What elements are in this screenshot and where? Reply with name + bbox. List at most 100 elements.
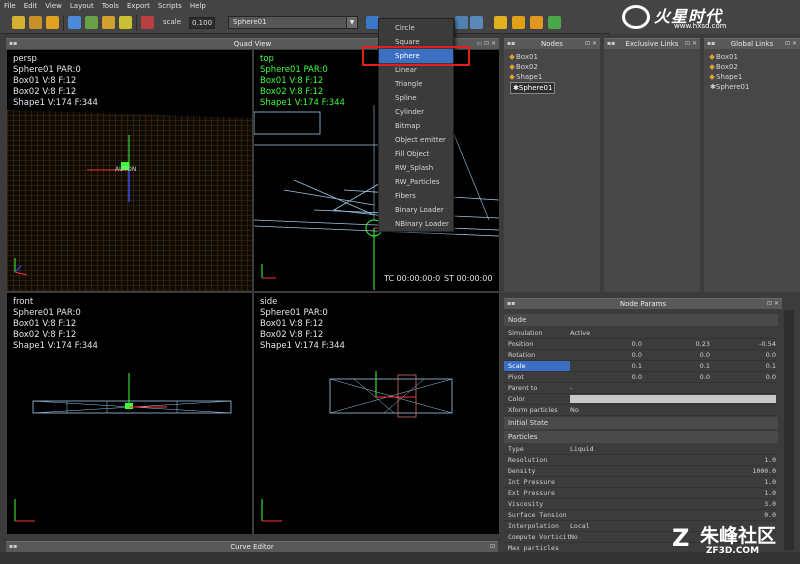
top-info: top Sphere01 PAR:0 Box01 V:8 F:12 Box02 …	[260, 54, 345, 108]
curve-editor-header[interactable]: ▪▪ Curve Editor ⊡	[6, 541, 498, 552]
menu-export[interactable]: Export	[127, 2, 150, 10]
param-type[interactable]: Type Liquid	[504, 444, 778, 455]
grip-icon[interactable]: ▪▪	[707, 39, 715, 49]
select-icon[interactable]	[68, 16, 81, 29]
logo-url: www.hxsd.com	[674, 22, 727, 30]
dropdown-item-nbinary-loader[interactable]: NBinary Loader	[379, 217, 453, 231]
reset-icon[interactable]	[512, 16, 525, 29]
param-rotation[interactable]: Rotation 0.0 0.0 0.0	[504, 350, 778, 361]
param-xform-particles[interactable]: Xform particles No	[504, 405, 778, 416]
logo-mark-icon	[622, 5, 650, 29]
param-simulation[interactable]: Simulation Active	[504, 328, 778, 339]
chevron-down-icon[interactable]: ▼	[346, 17, 357, 28]
gizmo-label: AUTON	[115, 166, 137, 173]
viewport-top[interactable]: top Sphere01 PAR:0 Box01 V:8 F:12 Box02 …	[254, 50, 499, 291]
node-params-header: ▪▪ Node Params ⊡ ✕	[504, 298, 782, 309]
link-item-shape1[interactable]: Shape1	[709, 72, 749, 82]
dropdown-item-spline[interactable]: Spline	[379, 91, 453, 105]
link-item-box01[interactable]: Box01	[709, 52, 749, 62]
param-viscosity[interactable]: Viscosity 3.0	[504, 499, 778, 510]
panel-controls-icon[interactable]: ⊡ ✕	[785, 39, 797, 49]
side-info: side Sphere01 PAR:0 Box01 V:8 F:12 Box02…	[260, 297, 345, 351]
dropdown-item-rw-splash[interactable]: RW_Splash	[379, 161, 453, 175]
section-initial-state[interactable]: Initial State	[504, 417, 778, 429]
color-swatch[interactable]	[570, 395, 776, 403]
global-links-panel: ▪▪ Global Links ⊡ ✕ Box01 Box02 Shape1 ✱…	[704, 38, 800, 292]
move-icon[interactable]	[85, 16, 98, 29]
menu-help[interactable]: Help	[190, 2, 206, 10]
scale-input[interactable]: 0.100	[189, 17, 215, 29]
dropdown-item-binary-loader[interactable]: Binary Loader	[379, 203, 453, 217]
param-scale[interactable]: Scale 0.1 0.1 0.1	[504, 361, 778, 372]
panel-controls-icon[interactable]: ⊡ ✕	[685, 39, 697, 49]
menu-file[interactable]: File	[4, 2, 16, 10]
dropdown-item-circle[interactable]: Circle	[379, 21, 453, 35]
panel-controls-icon[interactable]: ▭ ⊡ ✕	[476, 39, 496, 49]
simulate-icon[interactable]	[494, 16, 507, 29]
node-select[interactable]: Sphere01 ▼	[228, 16, 358, 29]
viewport-side[interactable]: side Sphere01 PAR:0 Box01 V:8 F:12 Box02…	[254, 293, 499, 534]
curve-editor-title: Curve Editor	[230, 543, 274, 551]
dropdown-item-rw-particles[interactable]: RW_Particles	[379, 175, 453, 189]
sim-time: ST 00:00:00	[444, 274, 493, 283]
panel-controls-icon[interactable]: ⊡	[490, 542, 495, 552]
section-node[interactable]: Node	[504, 314, 778, 326]
rotate-icon[interactable]	[102, 16, 115, 29]
dropdown-item-cylinder[interactable]: Cylinder	[379, 105, 453, 119]
scale-icon[interactable]	[119, 16, 132, 29]
node-select-value: Sphere01	[233, 18, 267, 26]
dropdown-item-triangle[interactable]: Triangle	[379, 77, 453, 91]
param-pivot[interactable]: Pivot 0.0 0.0 0.0	[504, 372, 778, 383]
param-resolution[interactable]: Resolution 1.0	[504, 455, 778, 466]
logo: 火星时代 www.hxsd.com	[610, 2, 800, 34]
save-icon[interactable]	[46, 16, 59, 29]
link-item-sphere01[interactable]: ✱Sphere01	[710, 82, 749, 92]
front-info: front Sphere01 PAR:0 Box01 V:8 F:12 Box0…	[13, 297, 98, 351]
grip-icon[interactable]: ▪▪	[9, 39, 17, 49]
param-color[interactable]: Color	[504, 394, 778, 405]
step-icon[interactable]	[530, 16, 543, 29]
node-params-title: Node Params	[619, 300, 667, 308]
open-icon[interactable]	[29, 16, 42, 29]
menu-scripts[interactable]: Scripts	[158, 2, 182, 10]
node-item-shape1[interactable]: Shape1	[509, 72, 555, 82]
menu-tools[interactable]: Tools	[102, 2, 119, 10]
persp-info: persp Sphere01 PAR:0 Box01 V:8 F:12 Box0…	[13, 54, 98, 108]
params-scrollbar[interactable]	[784, 310, 794, 550]
watermark: Z 朱峰社区 ZF3D.COM	[668, 518, 800, 564]
node-item-sphere01[interactable]: ✱Sphere01	[510, 82, 556, 94]
grip-icon[interactable]: ▪▪	[507, 299, 515, 309]
node-item-box02[interactable]: Box02	[509, 62, 555, 72]
wave-icon[interactable]	[470, 16, 483, 29]
menu-layout[interactable]: Layout	[70, 2, 94, 10]
viewport-front[interactable]: front Sphere01 PAR:0 Box01 V:8 F:12 Box0…	[7, 293, 252, 534]
param-int-pressure[interactable]: Int Pressure 1.0	[504, 477, 778, 488]
section-particles[interactable]: Particles	[504, 431, 778, 443]
grip-icon[interactable]: ▪▪	[607, 39, 615, 49]
dropdown-item-fill-object[interactable]: Fill Object	[379, 147, 453, 161]
new-icon[interactable]	[12, 16, 25, 29]
play-icon[interactable]	[548, 16, 561, 29]
dropdown-item-object-emitter[interactable]: Object emitter	[379, 133, 453, 147]
param-position[interactable]: Position 0.0 0.23 -0.54	[504, 339, 778, 350]
grip-icon[interactable]: ▪▪	[9, 542, 17, 552]
node-item-box01[interactable]: Box01	[509, 52, 555, 62]
param-parent-to[interactable]: Parent to -	[504, 383, 778, 394]
param-density[interactable]: Density 1000.0	[504, 466, 778, 477]
param-ext-pressure[interactable]: Ext Pressure 1.0	[504, 488, 778, 499]
panel-controls-icon[interactable]: ⊡ ✕	[585, 39, 597, 49]
panel-controls-icon[interactable]: ⊡ ✕	[767, 299, 779, 309]
dropdown-item-fibers[interactable]: Fibers	[379, 189, 453, 203]
daemon-icon[interactable]	[455, 16, 468, 29]
watermark-url: ZF3D.COM	[706, 546, 760, 556]
grip-icon[interactable]: ▪▪	[507, 39, 515, 49]
viewport-persp[interactable]: AUTON persp Sphere01 PAR:0 Box01 V:8 F:1…	[7, 50, 252, 291]
scale-label: scale	[163, 18, 182, 26]
menu-edit[interactable]: Edit	[24, 2, 38, 10]
link-icon[interactable]	[141, 16, 154, 29]
link-item-box02[interactable]: Box02	[709, 62, 749, 72]
menu-view[interactable]: View	[45, 2, 62, 10]
highlight-annotation-box	[362, 46, 470, 66]
node-icon	[709, 54, 715, 60]
dropdown-item-bitmap[interactable]: Bitmap	[379, 119, 453, 133]
